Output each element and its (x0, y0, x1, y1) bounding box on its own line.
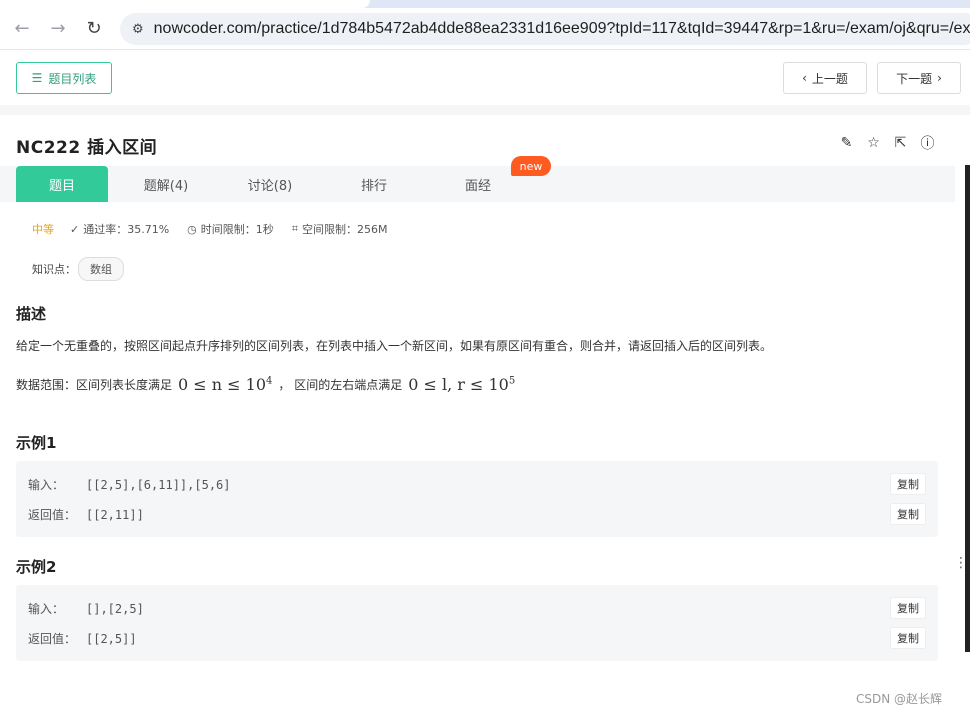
prev-problem-label: 上一题 (811, 71, 848, 86)
browser-active-tab[interactable] (0, 0, 370, 8)
forward-icon[interactable]: → (44, 15, 72, 43)
time-limit-text: 时间限制：1秒 (200, 223, 274, 236)
range-math-n-exp: 4 (266, 375, 273, 387)
description-heading: 描述 (16, 305, 47, 323)
chip-icon: ⌗ (291, 222, 298, 235)
next-problem-label: 下一题 (896, 71, 933, 86)
space-limit-text: 空间限制：256M (301, 223, 388, 236)
problem-list-label: 题目列表 (48, 71, 97, 86)
knowledge-label: 知识点： (32, 263, 76, 276)
tab-ranking[interactable]: 排行 (328, 166, 420, 202)
example2-output-label: 返回值： (28, 632, 77, 646)
address-bar[interactable]: ⚙ nowcoder.com/practice/1d784b5472ab4dde… (120, 13, 970, 45)
range-mid: ， 区间的左右端点满足 (278, 378, 403, 392)
range-math-lr-base: 0 ≤ l, r ≤ 10 (408, 375, 509, 394)
example2-output-line: 返回值： [[2,5]] (28, 630, 137, 647)
problem-list-button[interactable]: ☰ 题目列表 (16, 62, 112, 94)
example2-heading: 示例2 (16, 558, 57, 576)
browser-tabstrip (0, 0, 970, 8)
problem-meta: 中等 ✓ 通过率：35.71% ◷ 时间限制：1秒 ⌗ 空间限制：256M (32, 221, 405, 237)
list-icon: ☰ (31, 71, 43, 85)
info-icon[interactable]: ⓘ (920, 135, 935, 152)
example1-output-label: 返回值： (28, 508, 77, 522)
splitter-bar[interactable] (965, 165, 970, 652)
browser-toolbar: ← → ↻ ⚙ nowcoder.com/practice/1d784b5472… (0, 8, 970, 50)
watermark: CSDN @赵长辉 (856, 692, 943, 706)
difficulty-badge: 中等 (32, 223, 54, 236)
tab-solutions[interactable]: 题解(4) (120, 166, 212, 202)
data-range: 数据范围：区间列表长度满足 0 ≤ n ≤ 104 ， 区间的左右端点满足 0 … (16, 375, 521, 394)
check-circle-icon: ✓ (70, 222, 80, 236)
chevron-right-icon: › (937, 71, 942, 85)
tag-array[interactable]: 数组 (78, 257, 124, 281)
range-prefix: 数据范围：区间列表长度满足 (16, 378, 173, 392)
section-gap (0, 105, 970, 115)
knowledge-tags: 知识点： 数组 (32, 257, 124, 281)
example1-output-value: [[2,11]] (86, 507, 144, 522)
share-icon[interactable]: ⇱ (893, 135, 908, 151)
site-settings-icon[interactable]: ⚙ (132, 22, 144, 37)
example2-box: 输入： [],[2,5] 复制 返回值： [[2,5]] 复制 (16, 585, 938, 661)
space-limit: ⌗ 空间限制：256M (292, 221, 388, 237)
site-nav: ☰ 题目列表 ‹ 上一题 下一题 › (0, 51, 970, 105)
example1-input-value: [[2,5],[6,11]],[5,6] (86, 477, 231, 492)
time-limit: ◷ 时间限制：1秒 (187, 221, 274, 237)
pass-rate: ✓ 通过率：35.71% (70, 221, 169, 237)
example1-input-line: 输入： [[2,5],[6,11]],[5,6] (28, 476, 231, 493)
example1-heading: 示例1 (16, 434, 57, 452)
example1-box: 输入： [[2,5],[6,11]],[5,6] 复制 返回值： [[2,11]… (16, 461, 938, 537)
drag-handle-icon[interactable]: ⋮ (954, 555, 968, 571)
range-math-lr-exp: 5 (508, 375, 516, 387)
page-title: NC222 插入区间 (16, 138, 158, 158)
edit-icon[interactable]: ✎ (839, 135, 854, 151)
example1-input-label: 输入： (28, 478, 65, 492)
tab-bar: 题目 题解(4) 讨论(8) 排行 面经 (0, 166, 955, 202)
chevron-left-icon: ‹ (802, 71, 807, 85)
copy-output-button[interactable]: 复制 (890, 503, 926, 525)
url-text[interactable]: nowcoder.com/practice/1d784b5472ab4dde88… (154, 20, 970, 38)
copy-output-button[interactable]: 复制 (890, 627, 926, 649)
star-icon[interactable]: ☆ (866, 135, 881, 151)
next-problem-button[interactable]: 下一题 › (877, 62, 961, 94)
range-math-lr: 0 ≤ l, r ≤ 105 (408, 375, 515, 394)
example2-input-line: 输入： [],[2,5] (28, 600, 144, 617)
prev-problem-button[interactable]: ‹ 上一题 (783, 62, 867, 94)
reload-icon[interactable]: ↻ (80, 15, 108, 43)
example1-output-line: 返回值： [[2,11]] (28, 506, 144, 523)
copy-input-button[interactable]: 复制 (890, 473, 926, 495)
range-math-n-base: 0 ≤ n ≤ 10 (178, 375, 267, 394)
example2-input-label: 输入： (28, 602, 65, 616)
tab-problem[interactable]: 题目 (16, 166, 108, 202)
back-icon[interactable]: ← (8, 15, 36, 43)
clock-icon: ◷ (187, 222, 197, 236)
new-badge: new (511, 156, 551, 176)
copy-input-button[interactable]: 复制 (890, 597, 926, 619)
problem-header: NC222 插入区间 ✎ ☆ ⇱ ⓘ (0, 115, 955, 167)
tab-discussion[interactable]: 讨论(8) (224, 166, 316, 202)
description-text: 给定一个无重叠的，按照区间起点升序排列的区间列表，在列表中插入一个新区间，如果有… (16, 339, 773, 353)
example2-output-value: [[2,5]] (86, 631, 137, 646)
example2-input-value: [],[2,5] (86, 601, 144, 616)
pass-rate-text: 通过率：35.71% (83, 223, 170, 236)
range-math-n: 0 ≤ n ≤ 104 (178, 375, 272, 394)
title-actions: ✎ ☆ ⇱ ⓘ (839, 135, 935, 152)
